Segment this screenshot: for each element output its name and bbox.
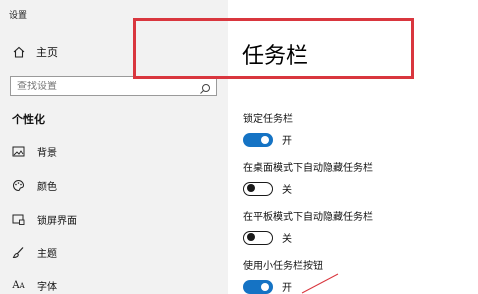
- toggle-knob: [261, 135, 269, 144]
- palette-icon: [12, 179, 25, 192]
- annotation-arrow-line: [301, 273, 339, 294]
- lock-screen-icon: [12, 213, 25, 226]
- toggle-state: 关: [282, 234, 292, 245]
- autohide-desktop-toggle[interactable]: [243, 181, 273, 196]
- sidebar-item-label: 颜色: [37, 182, 57, 193]
- toggle-knob: [247, 233, 255, 241]
- setting-autohide-desktop: 在桌面模式下自动隐藏任务栏 关: [243, 159, 373, 196]
- font-icon: AA: [12, 280, 25, 291]
- image-icon: [12, 145, 25, 158]
- settings-window: 设置 主页 个性化 背景 颜色: [0, 0, 478, 294]
- sidebar-item-colors[interactable]: 颜色: [12, 178, 57, 193]
- lock-taskbar-toggle[interactable]: [243, 132, 273, 147]
- toggle-state: 关: [282, 185, 292, 196]
- sidebar-item-label: 主题: [37, 249, 57, 260]
- sidebar-item-background[interactable]: 背景: [12, 144, 57, 159]
- setting-autohide-tablet: 在平板模式下自动隐藏任务栏 关: [243, 208, 373, 245]
- app-title: 设置: [9, 11, 28, 21]
- setting-label: 在桌面模式下自动隐藏任务栏: [243, 163, 373, 174]
- home-icon: [12, 45, 26, 59]
- sidebar-item-fonts[interactable]: AA 字体: [12, 278, 57, 293]
- search-icon[interactable]: [199, 80, 211, 94]
- brush-icon: [12, 246, 25, 259]
- sidebar-item-label: 背景: [37, 148, 57, 159]
- search-input[interactable]: [11, 80, 199, 92]
- search-box[interactable]: [10, 76, 217, 96]
- autohide-tablet-toggle[interactable]: [243, 230, 273, 245]
- toggle-state: 开: [282, 283, 292, 294]
- sidebar-item-lock-screen[interactable]: 锁屏界面: [12, 212, 77, 227]
- sidebar-item-label: 锁屏界面: [37, 216, 77, 227]
- highlight-box: [133, 18, 414, 79]
- toggle-knob: [247, 184, 255, 192]
- section-heading: 个性化: [12, 113, 45, 126]
- setting-label: 在平板模式下自动隐藏任务栏: [243, 212, 373, 223]
- toggle-knob: [261, 282, 269, 291]
- setting-label: 锁定任务栏: [243, 114, 293, 125]
- toggle-state: 开: [282, 136, 292, 147]
- sidebar-item-home[interactable]: 主页: [12, 44, 58, 60]
- sidebar-item-themes[interactable]: 主题: [12, 245, 57, 260]
- small-buttons-toggle[interactable]: [243, 279, 273, 294]
- setting-lock-taskbar: 锁定任务栏 开: [243, 110, 293, 147]
- sidebar-item-label: 主页: [36, 46, 58, 59]
- sidebar-item-label: 字体: [37, 282, 57, 293]
